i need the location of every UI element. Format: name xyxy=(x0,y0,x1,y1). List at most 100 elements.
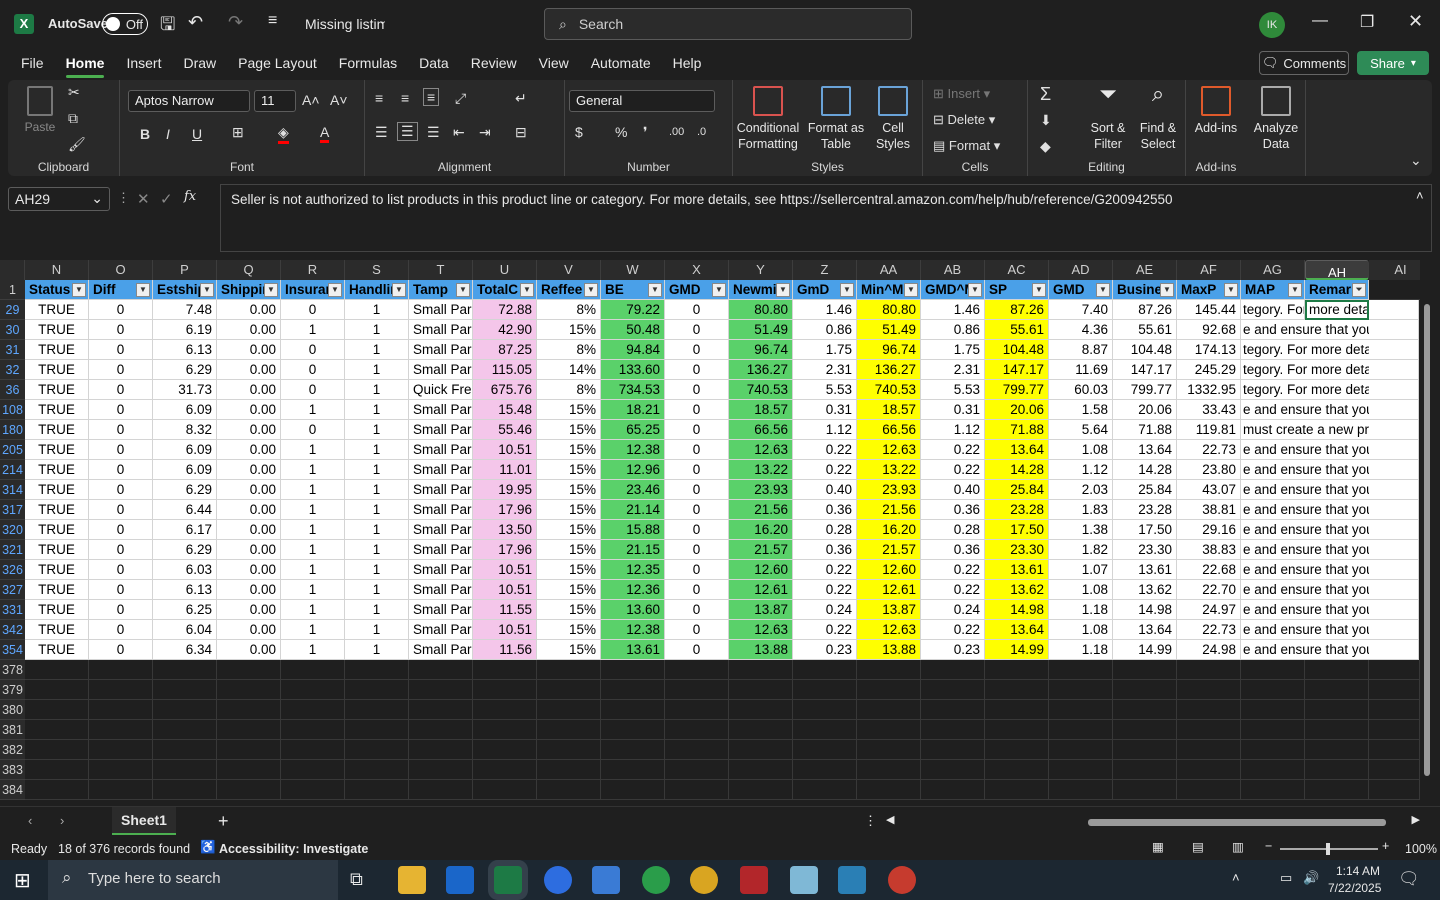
comments-button[interactable]: 🗨 Comments xyxy=(1259,51,1349,75)
table-cell[interactable]: e and ensure that your maxim xyxy=(1241,560,1375,580)
table-cell[interactable]: 92.68 xyxy=(1177,320,1241,340)
minimize-icon[interactable]: — xyxy=(1312,12,1328,30)
table-cell[interactable]: 0 xyxy=(665,520,729,540)
table-cell[interactable]: 0.23 xyxy=(921,640,985,660)
empty-cell[interactable] xyxy=(1369,560,1419,580)
table-cell[interactable]: 0 xyxy=(89,360,153,380)
table-cell[interactable]: 80.80 xyxy=(729,300,793,320)
table-cell[interactable]: 12.63 xyxy=(729,620,793,640)
table-cell[interactable]: 94.84 xyxy=(601,340,665,360)
table-cell[interactable]: Small Par xyxy=(409,400,473,420)
table-cell[interactable]: 8.32 xyxy=(153,420,217,440)
table-cell[interactable]: TRUE xyxy=(25,560,89,580)
table-cell[interactable]: 0 xyxy=(89,420,153,440)
row-header[interactable]: 379 xyxy=(0,680,25,700)
table-cell[interactable]: TRUE xyxy=(25,440,89,460)
table-cell[interactable]: Small Par xyxy=(409,520,473,540)
table-cell[interactable]: tegory. For more details, see h xyxy=(1241,380,1375,400)
table-cell[interactable]: 0 xyxy=(281,380,345,400)
table-cell[interactable]: 0 xyxy=(665,300,729,320)
table-cell[interactable]: 15.48 xyxy=(473,400,537,420)
row-header[interactable]: 342 xyxy=(0,620,25,640)
empty-row[interactable] xyxy=(25,680,1420,700)
row-header[interactable]: 354 xyxy=(0,640,25,660)
empty-cell[interactable] xyxy=(1369,320,1419,340)
sort-filter-button[interactable]: ⏷ Sort & Filter xyxy=(1084,83,1132,152)
table-cell[interactable]: 0 xyxy=(665,380,729,400)
table-cell[interactable]: Small Par xyxy=(409,600,473,620)
table-cell[interactable]: 1.83 xyxy=(1049,500,1113,520)
table-cell[interactable]: 13.61 xyxy=(1113,560,1177,580)
table-cell[interactable]: e and ensure that your maxim xyxy=(1241,480,1375,500)
table-cell[interactable]: 13.64 xyxy=(1113,620,1177,640)
table-cell[interactable]: Small Par xyxy=(409,580,473,600)
table-cell[interactable]: 15% xyxy=(537,640,601,660)
table-cell[interactable]: 22.73 xyxy=(1177,620,1241,640)
underline-icon[interactable]: U xyxy=(192,126,202,142)
table-cell[interactable]: 6.19 xyxy=(153,320,217,340)
table-cell[interactable]: 0 xyxy=(281,340,345,360)
align-center-icon[interactable]: ☰ xyxy=(397,122,418,141)
clock-date[interactable]: 7/22/2025 xyxy=(1328,881,1381,895)
wrap-text-icon[interactable]: ↵ xyxy=(515,90,527,107)
filezilla-icon[interactable] xyxy=(740,866,768,894)
table-cell[interactable]: 1.12 xyxy=(921,420,985,440)
table-cell[interactable]: 12.61 xyxy=(857,580,921,600)
table-cell[interactable]: 11.69 xyxy=(1049,360,1113,380)
menu-home[interactable]: Home xyxy=(55,48,116,78)
avatar[interactable]: IK xyxy=(1259,12,1285,38)
row-header[interactable]: 380 xyxy=(0,700,25,720)
format-as-table-button[interactable]: Format as Table xyxy=(807,86,865,152)
column-header[interactable]: P xyxy=(153,260,217,280)
filter-dropdown-icon[interactable]: ▼ xyxy=(200,283,214,297)
table-cell[interactable]: Small Par xyxy=(409,640,473,660)
copy-icon[interactable]: ⧉ xyxy=(68,110,78,127)
table-cell[interactable]: 22.70 xyxy=(1177,580,1241,600)
table-cell[interactable]: 0.31 xyxy=(921,400,985,420)
table-cell[interactable]: 115.05 xyxy=(473,360,537,380)
table-cell[interactable]: 2.31 xyxy=(793,360,857,380)
table-cell[interactable]: 0.00 xyxy=(217,580,281,600)
table-cell[interactable]: 13.64 xyxy=(985,440,1049,460)
table-cell[interactable]: 0 xyxy=(89,580,153,600)
collapse-formula-icon[interactable]: ˄ xyxy=(1416,188,1424,203)
table-cell[interactable]: 13.61 xyxy=(601,640,665,660)
table-cell[interactable]: 38.81 xyxy=(1177,500,1241,520)
align-left-icon[interactable]: ☰ xyxy=(375,124,388,141)
table-cell[interactable]: 0.22 xyxy=(921,460,985,480)
menu-help[interactable]: Help xyxy=(662,48,713,78)
table-cell[interactable]: 0.31 xyxy=(793,400,857,420)
table-cell[interactable]: 0 xyxy=(665,620,729,640)
table-cell[interactable]: 0.40 xyxy=(921,480,985,500)
table-cell[interactable]: 133.60 xyxy=(601,360,665,380)
menu-view[interactable]: View xyxy=(528,48,580,78)
insert-cells-button[interactable]: ⊞ Insert ▾ xyxy=(933,86,990,102)
table-cell[interactable]: 96.74 xyxy=(857,340,921,360)
row-header[interactable]: 320 xyxy=(0,520,25,540)
table-cell[interactable]: 0 xyxy=(281,420,345,440)
column-header[interactable]: O xyxy=(89,260,153,280)
insert-function-icon[interactable]: fx xyxy=(184,189,196,204)
row-header[interactable]: 384 xyxy=(0,780,25,800)
table-cell[interactable]: e and ensure that your maxim xyxy=(1241,640,1375,660)
scroll-thumb[interactable] xyxy=(1088,819,1386,826)
filter-dropdown-icon[interactable]: ▼ xyxy=(584,283,598,297)
table-cell[interactable]: 147.17 xyxy=(985,360,1049,380)
vertical-scrollbar[interactable] xyxy=(1422,276,1432,804)
row-header[interactable]: 180 xyxy=(0,420,25,440)
table-cell[interactable]: 17.50 xyxy=(985,520,1049,540)
table-cell[interactable]: 1 xyxy=(345,360,409,380)
table-cell[interactable]: 245.29 xyxy=(1177,360,1241,380)
table-cell[interactable]: 55.46 xyxy=(473,420,537,440)
filter-dropdown-icon[interactable]: ▼ xyxy=(968,283,982,297)
column-header[interactable]: R xyxy=(281,260,345,280)
table-cell[interactable]: 0 xyxy=(281,360,345,380)
table-cell[interactable]: 8% xyxy=(537,380,601,400)
font-color-icon[interactable]: A xyxy=(320,124,330,143)
table-cell[interactable]: 18.57 xyxy=(729,400,793,420)
delete-cells-button[interactable]: ⊟ Delete ▾ xyxy=(933,112,995,128)
formula-bar[interactable]: Seller is not authorized to list product… xyxy=(220,184,1432,252)
table-cell[interactable]: 13.64 xyxy=(985,620,1049,640)
decrease-decimal-icon[interactable]: .0 xyxy=(697,126,706,138)
table-header-cell[interactable]: Min^M ▼ xyxy=(857,280,921,300)
